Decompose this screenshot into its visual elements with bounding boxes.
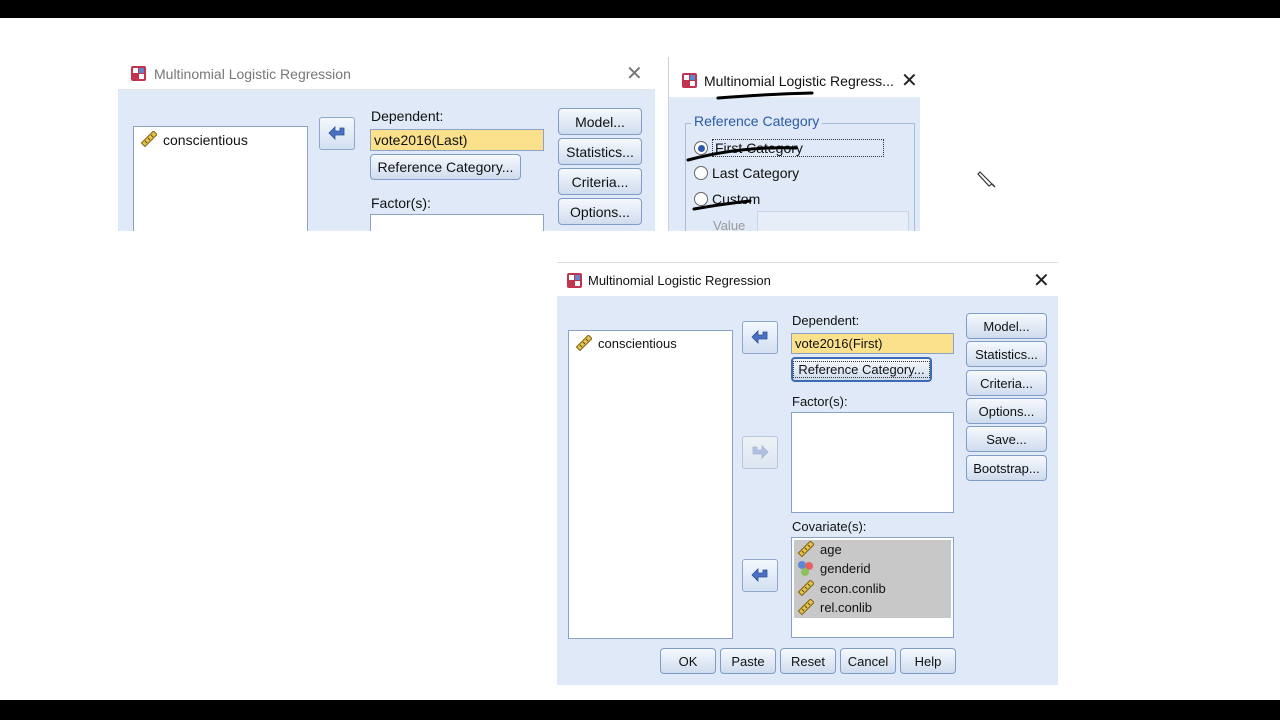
model-button[interactable]: Model...	[558, 108, 642, 135]
factors-label: Factor(s):	[792, 394, 848, 409]
move-to-dependent-button[interactable]	[319, 117, 355, 150]
variable-list-back[interactable]: conscientious	[133, 126, 308, 231]
arrow-right-icon	[750, 568, 770, 584]
reference-category-group-title: Reference Category	[691, 113, 823, 129]
factors-list-back[interactable]	[370, 214, 544, 231]
pen-cursor-icon	[977, 171, 996, 188]
dialog-back: Multinomial Logistic Regression ✕ consci…	[118, 57, 655, 231]
dialog-back-title: Multinomial Logistic Regression	[154, 66, 351, 82]
help-button[interactable]: Help	[900, 648, 956, 674]
radio-selected-icon	[694, 141, 708, 155]
cancel-button[interactable]: Cancel	[840, 648, 896, 674]
list-item[interactable]: conscientious	[575, 335, 677, 352]
list-item[interactable]: genderid	[797, 560, 871, 577]
reference-category-button[interactable]: Reference Category...	[370, 154, 521, 180]
covariate-name: rel.conlib	[820, 600, 873, 615]
ruler-scale-icon	[797, 541, 814, 558]
last-category-radio[interactable]: Last Category	[694, 165, 799, 181]
list-item[interactable]: econ.conlib	[797, 580, 886, 597]
dialog-front: Multinomial Logistic Regression ✕ consci…	[557, 262, 1058, 685]
criteria-button[interactable]: Criteria...	[558, 168, 642, 195]
variable-name: conscientious	[598, 336, 677, 351]
dialog-back-titlebar: Multinomial Logistic Regression ✕	[118, 57, 655, 90]
dialog-back-body: conscientious Dependent: vote2016(Last) …	[118, 90, 655, 231]
bottom-letterbox	[0, 700, 1280, 720]
covariates-list[interactable]: age genderid econ.conlib rel.conlib	[791, 537, 954, 638]
ruler-scale-icon	[140, 131, 157, 148]
dialog-front-titlebar: Multinomial Logistic Regression ✕	[557, 263, 1058, 296]
statistics-button[interactable]: Statistics...	[558, 138, 642, 165]
close-icon[interactable]: ✕	[1033, 271, 1050, 291]
ruler-scale-icon	[797, 599, 814, 616]
arrow-right-icon	[750, 330, 770, 346]
reference-dialog-title: Multinomial Logistic Regress...	[704, 73, 894, 89]
reset-button[interactable]: Reset	[780, 648, 836, 674]
variable-list[interactable]: conscientious	[568, 330, 733, 639]
ruler-scale-icon	[575, 335, 592, 352]
reference-dialog-titlebar: Multinomial Logistic Regress... ✕	[669, 57, 920, 97]
variable-name: conscientious	[163, 131, 248, 148]
dialog-front-body: conscientious Dependent: vote2016(First)…	[557, 296, 1058, 685]
ruler-scale-icon	[797, 580, 814, 597]
first-category-radio[interactable]: First Category	[694, 139, 884, 157]
app-icon	[681, 72, 698, 89]
close-icon[interactable]: ✕	[626, 64, 643, 84]
paste-button[interactable]: Paste	[720, 648, 776, 674]
options-button[interactable]: Options...	[558, 198, 642, 225]
factors-label: Factor(s):	[371, 195, 431, 211]
bootstrap-button[interactable]: Bootstrap...	[966, 455, 1047, 481]
save-button[interactable]: Save...	[966, 426, 1047, 452]
reference-category-label: Reference Category...	[793, 361, 930, 378]
arrow-right-icon	[750, 445, 770, 461]
covariates-label: Covariate(s):	[792, 519, 867, 534]
value-field[interactable]	[757, 211, 909, 231]
reference-category-dialog: Multinomial Logistic Regress... ✕ Refere…	[668, 57, 920, 231]
top-letterbox	[0, 0, 1280, 18]
list-item[interactable]: conscientious	[140, 131, 248, 148]
close-icon[interactable]: ✕	[901, 71, 918, 91]
move-to-factors-button[interactable]	[742, 436, 778, 469]
custom-label: Custom	[712, 191, 761, 207]
move-to-covariates-button[interactable]	[742, 559, 778, 592]
list-item[interactable]: age	[797, 541, 842, 558]
criteria-button[interactable]: Criteria...	[966, 370, 1047, 396]
custom-radio[interactable]: Custom	[694, 191, 760, 207]
covariate-name: econ.conlib	[820, 581, 886, 596]
options-button[interactable]: Options...	[966, 398, 1047, 424]
move-to-dependent-button[interactable]	[742, 321, 778, 354]
statistics-button[interactable]: Statistics...	[966, 341, 1047, 367]
list-item[interactable]: rel.conlib	[797, 599, 872, 616]
reference-category-button[interactable]: Reference Category...	[791, 357, 932, 382]
radio-icon	[694, 166, 708, 180]
ok-button[interactable]: OK	[660, 648, 716, 674]
app-icon	[566, 272, 583, 289]
model-button[interactable]: Model...	[966, 313, 1047, 339]
dependent-label: Dependent:	[792, 313, 860, 328]
dialog-front-title: Multinomial Logistic Regression	[588, 273, 771, 288]
covariate-name: age	[820, 542, 842, 557]
dependent-label: Dependent:	[371, 108, 444, 124]
nominal-circles-icon	[797, 560, 814, 577]
reference-dialog-body: Reference Category First Category Last C…	[669, 97, 920, 231]
first-category-label: First Category	[712, 139, 884, 157]
last-category-label: Last Category	[712, 165, 800, 181]
value-label: Value	[713, 218, 746, 231]
arrow-right-icon	[327, 126, 347, 142]
radio-icon	[694, 192, 708, 206]
app-icon	[130, 65, 147, 82]
covariate-name: genderid	[820, 561, 871, 576]
dependent-field[interactable]: vote2016(Last)	[370, 129, 544, 151]
dependent-field[interactable]: vote2016(First)	[791, 333, 954, 354]
factors-list[interactable]	[791, 412, 954, 513]
